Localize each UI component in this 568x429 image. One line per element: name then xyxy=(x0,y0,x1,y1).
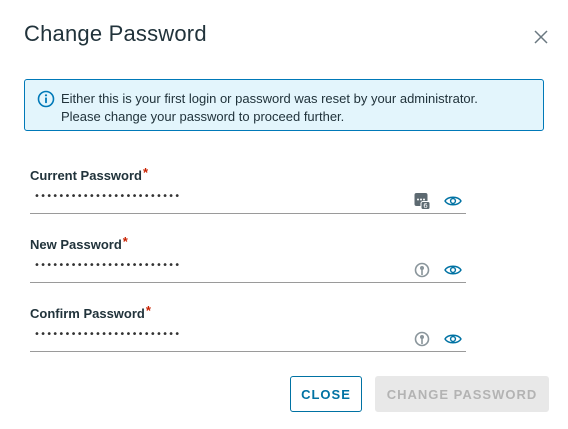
password-manager-icon[interactable]: 6 xyxy=(414,192,430,210)
confirm-password-field: Confirm Password * ••••••••••••••••••••••… xyxy=(30,303,466,352)
current-password-input[interactable]: •••••••••••••••••••••••• 6 xyxy=(30,189,466,214)
confirm-password-input[interactable]: •••••••••••••••••••••••• xyxy=(30,327,466,352)
key-generator-icon[interactable] xyxy=(414,330,430,348)
show-password-icon[interactable] xyxy=(444,333,462,345)
close-button[interactable]: CLOSE xyxy=(290,376,362,412)
confirm-password-label: Confirm Password * xyxy=(30,303,466,321)
alert-message: Either this is your first login or passw… xyxy=(61,90,533,126)
alert-line-2: Please change your password to proceed f… xyxy=(61,109,345,124)
change-password-button[interactable]: CHANGE PASSWORD xyxy=(375,376,549,412)
required-mark: * xyxy=(142,165,149,180)
new-password-label-text: New Password xyxy=(30,237,122,252)
alert-line-1: Either this is your first login or passw… xyxy=(61,91,478,106)
close-icon[interactable] xyxy=(531,27,551,47)
new-password-value[interactable]: •••••••••••••••••••••••• xyxy=(34,260,180,271)
info-icon xyxy=(37,90,55,108)
current-password-label-text: Current Password xyxy=(30,168,142,183)
info-alert: Either this is your first login or passw… xyxy=(24,79,544,131)
confirm-password-label-text: Confirm Password xyxy=(30,306,145,321)
current-password-field: Current Password * ••••••••••••••••••••••… xyxy=(30,165,466,214)
current-password-value[interactable]: •••••••••••••••••••••••• xyxy=(34,191,180,202)
dialog-title: Change Password xyxy=(24,21,207,46)
new-password-field: New Password * •••••••••••••••••••••••• xyxy=(30,234,466,283)
show-password-icon[interactable] xyxy=(444,264,462,276)
key-generator-icon[interactable] xyxy=(414,261,430,279)
show-password-icon[interactable] xyxy=(444,195,462,207)
new-password-input[interactable]: •••••••••••••••••••••••• xyxy=(30,258,466,283)
required-mark: * xyxy=(145,303,151,318)
password-manager-badge: 6 xyxy=(423,202,428,210)
new-password-label: New Password * xyxy=(30,234,466,252)
required-mark: * xyxy=(122,234,128,249)
confirm-password-value[interactable]: •••••••••••••••••••••••• xyxy=(34,329,180,340)
current-password-label: Current Password * xyxy=(30,165,466,183)
